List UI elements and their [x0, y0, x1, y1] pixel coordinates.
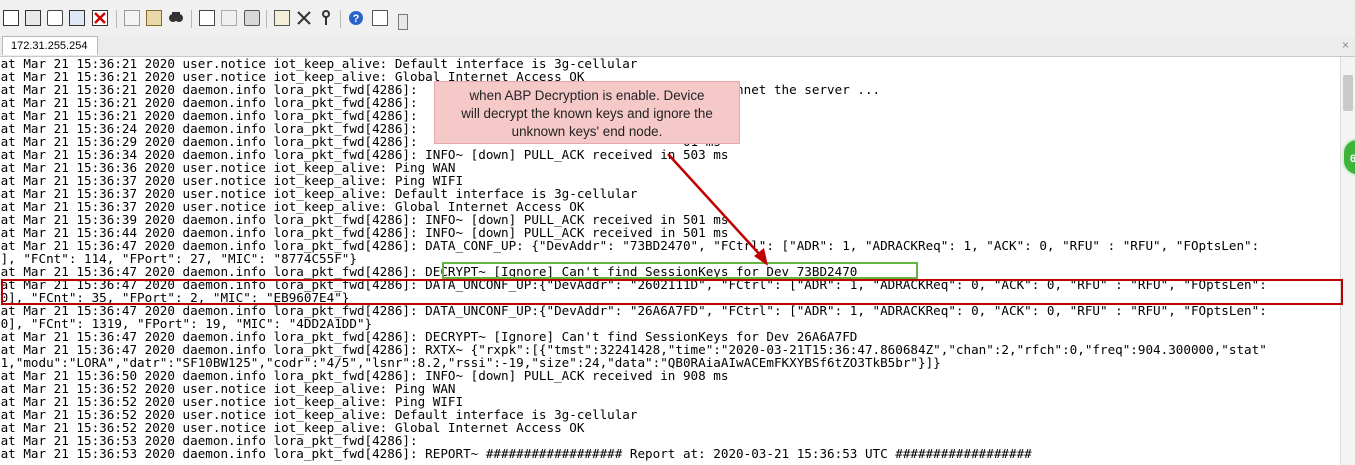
annotation-arrow	[667, 153, 768, 266]
